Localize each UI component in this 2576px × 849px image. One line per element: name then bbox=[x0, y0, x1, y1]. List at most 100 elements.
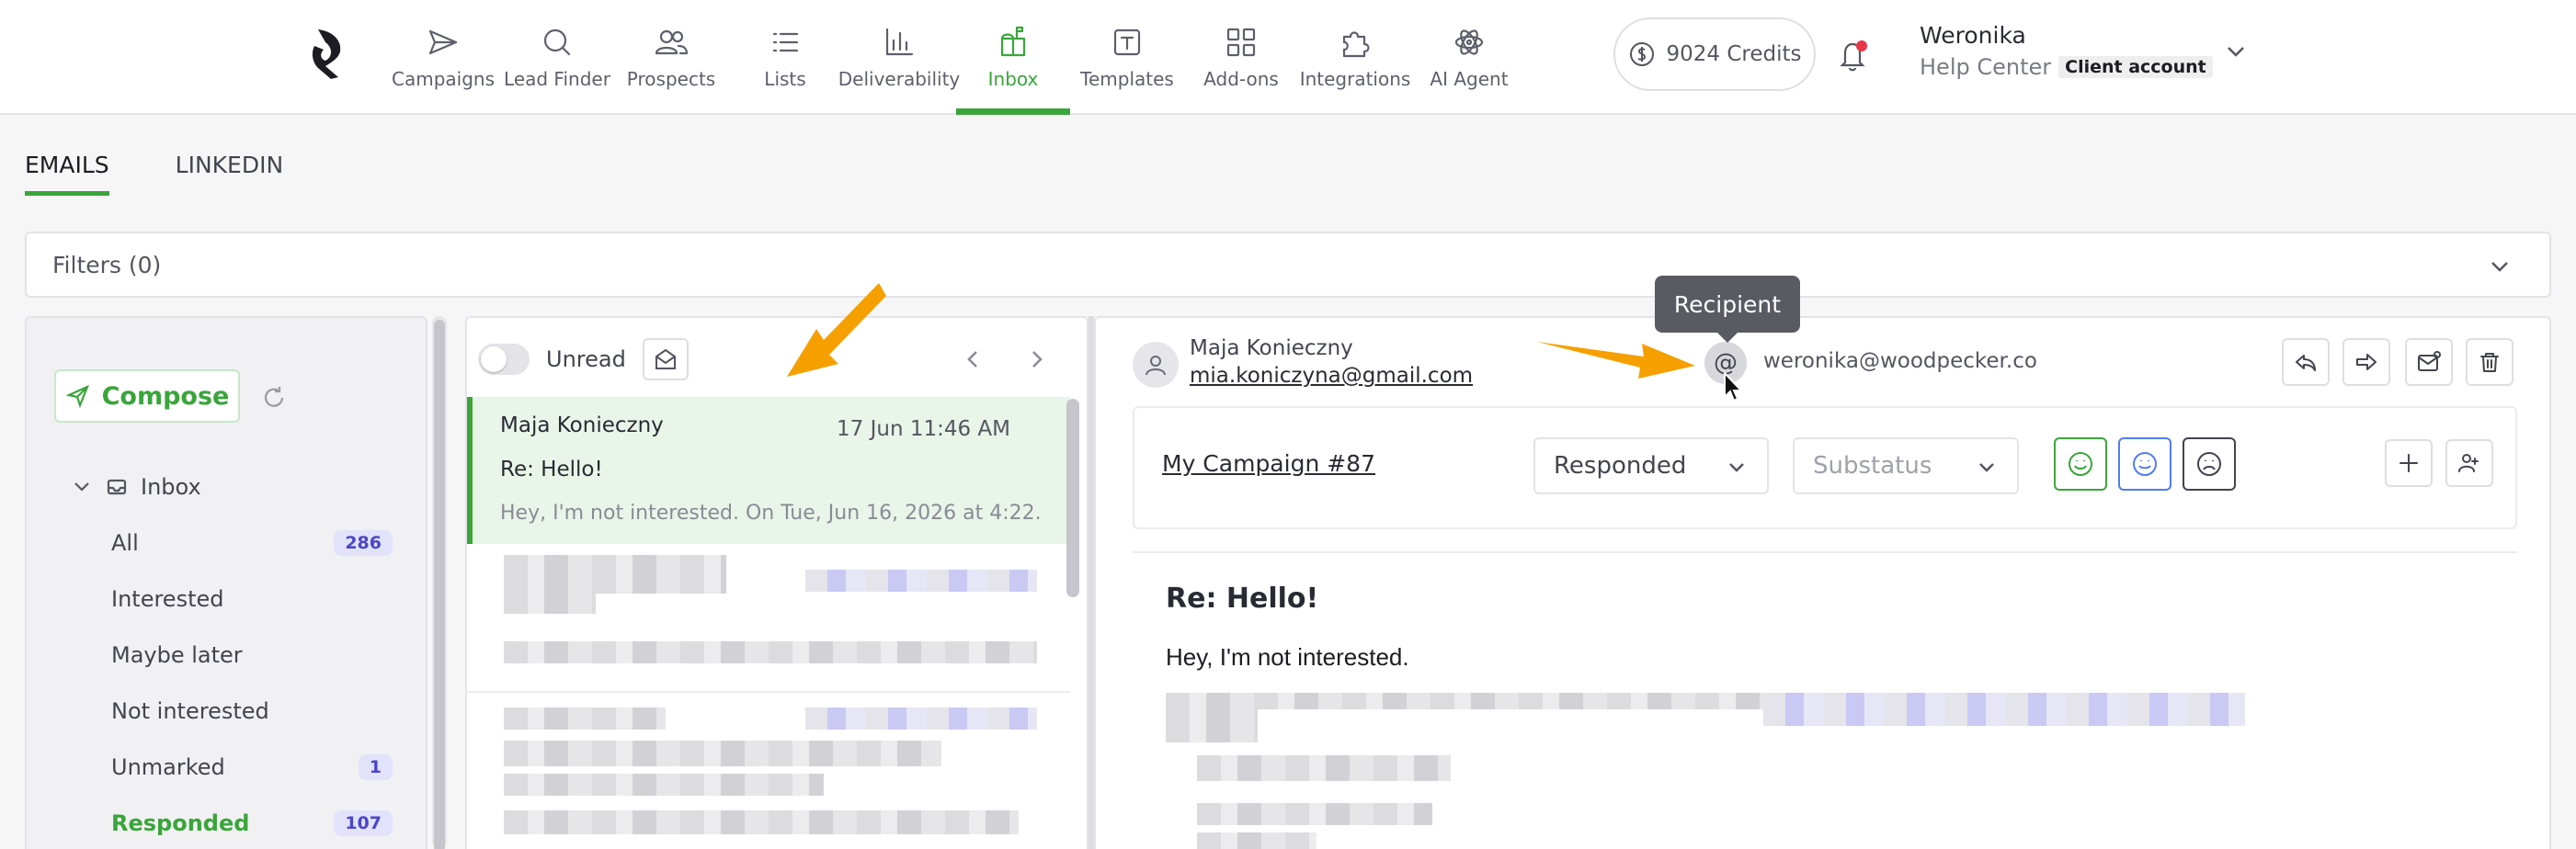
puzzle-icon bbox=[1342, 31, 1370, 58]
template-icon bbox=[1113, 28, 1141, 56]
paper-plane-icon bbox=[428, 29, 458, 55]
substatus-select[interactable]: Substatus bbox=[1793, 437, 2019, 494]
user-menu[interactable]: Weronika Help Center Client account bbox=[1920, 22, 2213, 80]
smile-icon bbox=[2069, 452, 2092, 476]
campaign-link[interactable]: My Campaign #87 bbox=[1162, 450, 1375, 477]
main-nav: Campaigns Lead Finder Prospects Lists De… bbox=[386, 0, 1526, 115]
nav-label: Campaigns bbox=[391, 68, 495, 90]
message-list: Unread Maja Konieczny 17 Jun 11:46 AM Re… bbox=[465, 316, 1089, 849]
sidebar-scrollbar[interactable] bbox=[432, 316, 447, 849]
mark-positive-button[interactable] bbox=[2054, 437, 2107, 491]
nav-label: Inbox bbox=[987, 68, 1039, 90]
forward-button[interactable] bbox=[2342, 338, 2390, 386]
nav-label: Prospects bbox=[626, 68, 716, 90]
search-icon bbox=[543, 28, 571, 56]
delete-button[interactable] bbox=[2466, 338, 2513, 386]
folder-sidebar: Compose Inbox All 286 Interested Maybe l… bbox=[25, 316, 427, 849]
folder-responded[interactable]: Responded 107 bbox=[111, 795, 393, 849]
channel-tabs: EMAILS LINKEDIN bbox=[25, 152, 283, 196]
woodpecker-logo[interactable] bbox=[305, 26, 353, 81]
chevron-down-icon bbox=[1729, 463, 1744, 472]
folder-count-badge: 286 bbox=[334, 529, 393, 556]
annotation-arrow bbox=[1537, 342, 1695, 379]
mark-unread-button[interactable] bbox=[2405, 338, 2453, 386]
folder-label: Not interested bbox=[111, 697, 269, 724]
assign-user-button[interactable] bbox=[2445, 439, 2493, 487]
nav-label: Deliverability bbox=[838, 68, 961, 90]
message-list-scrollbar[interactable] bbox=[1066, 399, 1079, 597]
nav-campaigns[interactable]: Campaigns bbox=[386, 0, 500, 115]
filters-bar[interactable]: Filters (0) bbox=[25, 232, 2551, 298]
nav-prospects[interactable]: Prospects bbox=[614, 0, 728, 115]
forward-icon bbox=[2356, 354, 2377, 370]
nav-label: Integrations bbox=[1299, 68, 1411, 90]
mark-all-read-button[interactable] bbox=[642, 338, 689, 380]
users-icon bbox=[655, 29, 689, 55]
sender-email-link[interactable]: mia.koniczyna@gmail.com bbox=[1190, 364, 1473, 388]
chevron-down-icon bbox=[74, 482, 89, 492]
tab-linkedin[interactable]: LINKEDIN bbox=[176, 152, 284, 196]
nav-templates[interactable]: Templates bbox=[1070, 0, 1184, 115]
plus-icon bbox=[2399, 454, 2418, 472]
nav-integrations[interactable]: Integrations bbox=[1298, 0, 1412, 115]
refresh-icon[interactable] bbox=[260, 384, 288, 412]
unread-toggle[interactable] bbox=[478, 344, 530, 375]
folder-interested[interactable]: Interested bbox=[111, 571, 393, 627]
folder-label: All bbox=[111, 529, 139, 556]
campaign-status-box: My Campaign #87 Responded Substatus bbox=[1133, 406, 2517, 529]
mark-negative-button[interactable] bbox=[2183, 437, 2236, 491]
nav-label: Templates bbox=[1080, 68, 1174, 90]
add-button[interactable] bbox=[2385, 439, 2433, 487]
reply-icon bbox=[2296, 355, 2316, 371]
nav-label: Lead Finder bbox=[504, 68, 610, 90]
folder-all[interactable]: All 286 bbox=[111, 515, 393, 571]
nav-lead-finder[interactable]: Lead Finder bbox=[500, 0, 614, 115]
neutral-face-icon bbox=[2133, 452, 2157, 476]
folder-maybe-later[interactable]: Maybe later bbox=[111, 627, 393, 683]
trash-icon bbox=[2480, 353, 2499, 372]
folder-count-badge: 107 bbox=[334, 809, 393, 836]
list-divider bbox=[467, 691, 1070, 693]
nav-ai-agent[interactable]: AI Agent bbox=[1412, 0, 1526, 115]
folder-label: Interested bbox=[111, 585, 224, 612]
chevron-down-icon[interactable] bbox=[2223, 39, 2249, 64]
notification-bell-icon[interactable] bbox=[1834, 35, 1871, 75]
nav-label: Lists bbox=[764, 68, 806, 90]
top-navigation-bar: Campaigns Lead Finder Prospects Lists De… bbox=[0, 0, 2576, 115]
folder-label: Unmarked bbox=[111, 753, 225, 780]
nav-label: Add-ons bbox=[1203, 68, 1279, 90]
nav-lists[interactable]: Lists bbox=[728, 0, 842, 115]
folder-unmarked[interactable]: Unmarked 1 bbox=[111, 739, 393, 795]
chevron-left-icon[interactable] bbox=[960, 345, 987, 373]
message-item-selected[interactable]: Maja Konieczny 17 Jun 11:46 AM Re: Hello… bbox=[467, 397, 1070, 544]
folder-not-interested[interactable]: Not interested bbox=[111, 683, 393, 739]
chevron-right-icon[interactable] bbox=[1022, 345, 1050, 373]
message-subject: Re: Hello! bbox=[500, 458, 603, 481]
credits-button[interactable]: 9024 Credits bbox=[1613, 17, 1816, 91]
envelope-dot-icon bbox=[2418, 351, 2441, 371]
reply-button[interactable] bbox=[2282, 338, 2330, 386]
credits-label: 9024 Credits bbox=[1666, 42, 1802, 66]
recipient-tooltip: Recipient bbox=[1655, 276, 1800, 343]
tab-emails[interactable]: EMAILS bbox=[25, 152, 109, 196]
sad-face-icon bbox=[2197, 452, 2221, 476]
status-value: Responded bbox=[1554, 452, 1687, 480]
folder-label: Maybe later bbox=[111, 641, 243, 668]
folder-count-badge: 1 bbox=[358, 753, 393, 780]
sender-avatar bbox=[1133, 342, 1179, 388]
envelope-open-icon bbox=[655, 348, 676, 369]
chevron-down-icon bbox=[1979, 463, 1994, 472]
mark-neutral-button[interactable] bbox=[2118, 437, 2171, 491]
compose-label: Compose bbox=[101, 381, 230, 411]
status-select[interactable]: Responded bbox=[1533, 437, 1769, 494]
folder-label: Responded bbox=[111, 809, 250, 836]
mailbox-icon bbox=[1000, 26, 1026, 57]
nav-deliverability[interactable]: Deliverability bbox=[838, 0, 960, 115]
inbox-label: Inbox bbox=[141, 474, 201, 500]
inbox-folder-toggle[interactable]: Inbox bbox=[71, 474, 201, 500]
nav-inbox[interactable]: Inbox bbox=[956, 0, 1070, 115]
nav-add-ons[interactable]: Add-ons bbox=[1184, 0, 1298, 115]
compose-button[interactable]: Compose bbox=[54, 369, 240, 423]
email-subject: Re: Hello! bbox=[1166, 583, 1319, 615]
user-name: Weronika bbox=[1920, 22, 2026, 49]
